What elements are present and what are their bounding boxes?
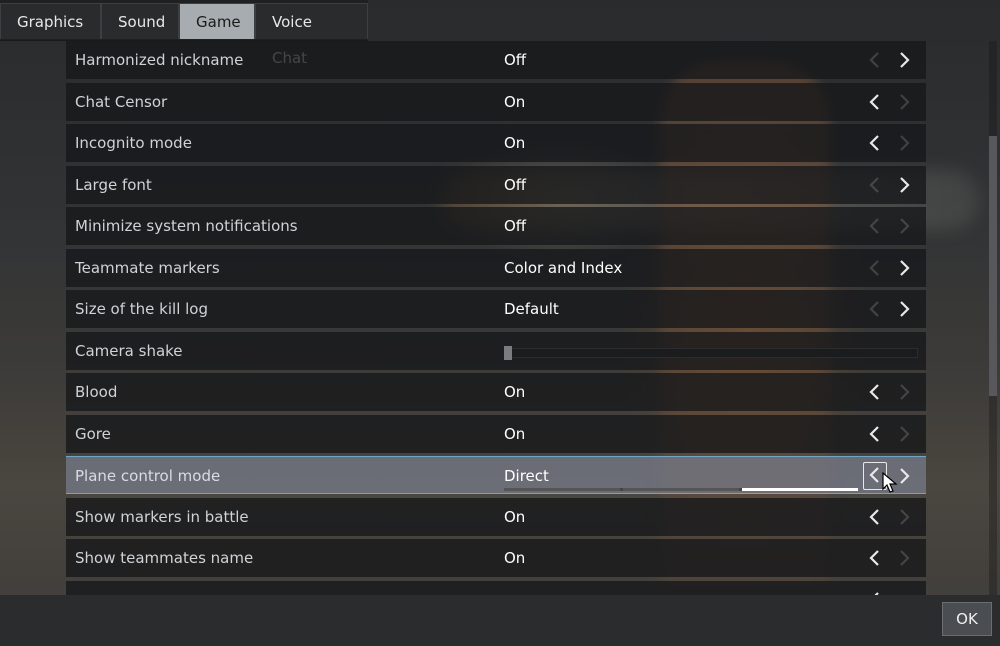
setting-label: Harmonized nickname bbox=[75, 51, 244, 69]
camera-shake-slider-track[interactable] bbox=[504, 347, 918, 358]
mode-segment bbox=[504, 488, 620, 491]
setting-label: Gore bbox=[75, 424, 111, 443]
setting-blood[interactable]: Blood On bbox=[66, 373, 926, 411]
setting-value: Default bbox=[504, 300, 559, 318]
setting-value: On bbox=[504, 507, 526, 526]
setting-value: On bbox=[504, 424, 526, 443]
chevron-right-icon[interactable] bbox=[892, 173, 916, 197]
mode-segment bbox=[623, 488, 739, 491]
chevron-left-icon[interactable] bbox=[863, 90, 887, 114]
setting-value: Off bbox=[504, 217, 527, 235]
setting-show-markers-in-battle[interactable]: Show markers in battle On bbox=[66, 497, 926, 536]
setting-label: Blood bbox=[75, 383, 118, 401]
mode-segment bbox=[742, 488, 858, 491]
setting-value: On bbox=[504, 549, 526, 567]
setting-label: Camera shake bbox=[75, 341, 183, 360]
setting-kill-log-size[interactable]: Size of the kill log Default bbox=[66, 290, 926, 328]
tab-game[interactable]: Game bbox=[179, 3, 255, 39]
setting-value: Off bbox=[504, 175, 527, 194]
tab-graphics[interactable]: Graphics bbox=[0, 3, 101, 39]
setting-large-font[interactable]: Large font Off bbox=[66, 165, 926, 204]
setting-label: Teammate markers bbox=[75, 258, 220, 277]
chevron-right-icon[interactable] bbox=[892, 505, 916, 529]
setting-value: On bbox=[504, 134, 526, 152]
mouse-pointer-icon bbox=[882, 472, 898, 493]
chevron-left-icon[interactable] bbox=[863, 505, 887, 529]
chevron-left-icon[interactable] bbox=[863, 173, 887, 197]
chevron-right-icon[interactable] bbox=[892, 297, 916, 321]
setting-label: Show markers in battle bbox=[75, 507, 249, 526]
setting-value: Color and Index bbox=[504, 258, 623, 277]
chevron-left-icon[interactable] bbox=[863, 48, 887, 72]
setting-chat-censor[interactable]: Chat Censor On bbox=[66, 82, 926, 121]
settings-scrollbar[interactable] bbox=[989, 41, 997, 595]
ok-button[interactable]: OK bbox=[942, 602, 992, 636]
chevron-right-icon[interactable] bbox=[892, 546, 916, 570]
chevron-right-icon[interactable] bbox=[892, 380, 916, 404]
setting-label: Minimize system notifications bbox=[75, 217, 298, 235]
scrollbar-thumb[interactable] bbox=[989, 136, 997, 396]
chevron-left-icon[interactable] bbox=[863, 297, 887, 321]
chevron-right-icon[interactable] bbox=[892, 214, 916, 238]
chevron-left-icon[interactable] bbox=[863, 422, 887, 446]
setting-value: On bbox=[504, 383, 526, 401]
setting-row-partially-hidden[interactable] bbox=[66, 580, 926, 595]
setting-camera-shake[interactable]: Camera shake bbox=[66, 331, 926, 370]
chevron-left-icon[interactable] bbox=[863, 380, 887, 404]
chevron-left-icon[interactable] bbox=[863, 214, 887, 238]
tab-voice-chat[interactable]: Voice Chat bbox=[255, 3, 368, 67]
settings-list: Harmonized nickname Off Chat Censor On I… bbox=[66, 41, 926, 595]
setting-teammate-markers[interactable]: Teammate markers Color and Index bbox=[66, 248, 926, 287]
chevron-left-icon[interactable] bbox=[863, 546, 887, 570]
setting-show-teammates-name[interactable]: Show teammates name On bbox=[66, 539, 926, 577]
footer-bar bbox=[0, 595, 1000, 646]
setting-label: Large font bbox=[75, 175, 152, 194]
setting-label: Show teammates name bbox=[75, 549, 254, 567]
setting-label: Size of the kill log bbox=[75, 300, 208, 318]
setting-incognito-mode[interactable]: Incognito mode On bbox=[66, 124, 926, 162]
setting-label: Plane control mode bbox=[75, 467, 221, 485]
mode-position-indicator bbox=[504, 488, 858, 491]
chevron-right-icon[interactable] bbox=[892, 422, 916, 446]
chevron-left-icon[interactable] bbox=[863, 256, 887, 280]
setting-harmonized-nickname[interactable]: Harmonized nickname Off bbox=[66, 41, 926, 79]
chevron-left-icon[interactable] bbox=[863, 588, 887, 595]
settings-tabs: Graphics Sound Game Voice Chat bbox=[0, 0, 368, 67]
setting-plane-control-mode[interactable]: Plane control mode Direct bbox=[66, 456, 926, 494]
setting-gore[interactable]: Gore On bbox=[66, 414, 926, 453]
chevron-right-icon[interactable] bbox=[892, 90, 916, 114]
setting-label: Chat Censor bbox=[75, 92, 168, 111]
setting-minimize-system-notifications[interactable]: Minimize system notifications Off bbox=[66, 207, 926, 245]
chevron-right-icon[interactable] bbox=[892, 131, 916, 155]
chevron-left-icon[interactable] bbox=[863, 131, 887, 155]
setting-label: Incognito mode bbox=[75, 134, 192, 152]
tab-sound[interactable]: Sound bbox=[101, 3, 179, 39]
setting-value: Off bbox=[504, 51, 527, 69]
chevron-right-icon[interactable] bbox=[892, 48, 916, 72]
setting-value: On bbox=[504, 92, 526, 111]
chevron-right-icon[interactable] bbox=[892, 256, 916, 280]
camera-shake-slider-thumb[interactable] bbox=[504, 345, 512, 360]
